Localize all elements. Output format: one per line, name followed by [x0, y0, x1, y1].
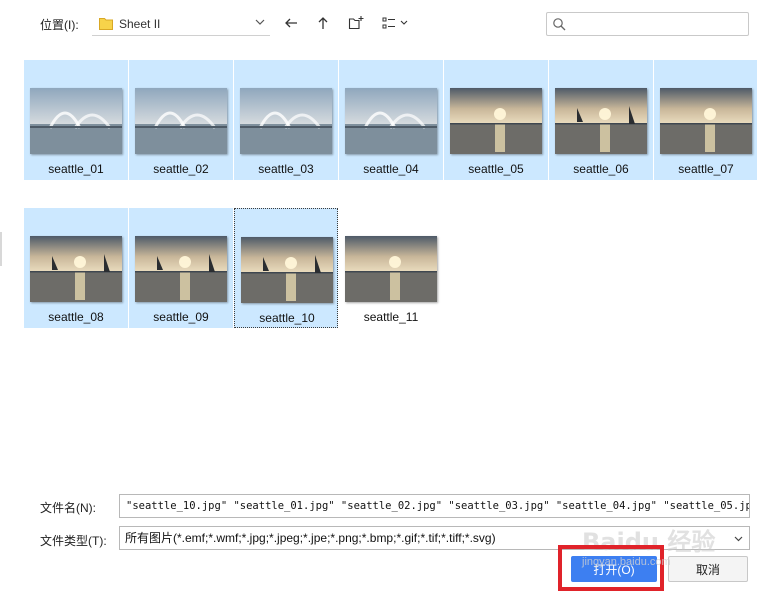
view-menu-button[interactable] — [380, 12, 412, 34]
photo-thumbnail — [30, 236, 122, 302]
file-name-label: seattle_08 — [48, 310, 104, 324]
photo-thumbnail — [450, 88, 542, 154]
file-item[interactable]: seattle_06 — [549, 60, 653, 180]
search-icon — [553, 18, 566, 31]
filetype-value: 所有图片(*.emf;*.wmf;*.jpg;*.jpeg;*.jpe;*.pn… — [125, 531, 496, 545]
photo-thumbnail — [135, 236, 227, 302]
search-input[interactable] — [546, 12, 749, 36]
file-name-label: seattle_06 — [573, 162, 629, 176]
file-name-label: seattle_09 — [153, 310, 209, 324]
file-thumbnail — [345, 88, 437, 154]
file-thumbnail — [660, 88, 752, 154]
new-folder-button[interactable] — [345, 12, 367, 34]
file-thumbnail — [345, 236, 437, 302]
photo-thumbnail — [135, 88, 227, 154]
file-item[interactable]: seattle_03 — [234, 60, 338, 180]
file-thumbnail — [450, 88, 542, 154]
list-view-icon — [382, 17, 408, 29]
file-item[interactable]: seattle_01 — [24, 60, 128, 180]
new-folder-icon — [348, 16, 364, 30]
scroll-indicator — [0, 232, 2, 266]
photo-thumbnail — [241, 237, 333, 303]
up-button[interactable] — [312, 12, 334, 34]
annotation-highlight-box — [558, 545, 664, 591]
location-label: 位置(I): — [40, 18, 79, 32]
file-thumbnail — [135, 236, 227, 302]
chevron-down-icon — [734, 536, 743, 542]
file-thumbnail — [135, 88, 227, 154]
chevron-down-icon — [255, 19, 265, 25]
cancel-button[interactable]: 取消 — [668, 556, 748, 582]
folder-icon — [99, 18, 113, 30]
file-thumbnail — [240, 88, 332, 154]
file-thumbnail — [555, 88, 647, 154]
file-thumbnail — [30, 88, 122, 154]
filename-label: 文件名(N): — [40, 501, 96, 515]
file-item[interactable]: seattle_11 — [339, 208, 443, 328]
photo-thumbnail — [345, 236, 437, 302]
photo-thumbnail — [30, 88, 122, 154]
photo-thumbnail — [660, 88, 752, 154]
filetype-label: 文件类型(T): — [40, 534, 107, 548]
back-button[interactable] — [280, 12, 302, 34]
file-item[interactable]: seattle_07 — [654, 60, 757, 180]
file-item[interactable]: seattle_04 — [339, 60, 443, 180]
arrow-up-icon — [318, 17, 328, 29]
file-name-label: seattle_04 — [363, 162, 419, 176]
file-thumbnail — [30, 236, 122, 302]
photo-thumbnail — [345, 88, 437, 154]
file-item[interactable]: seattle_05 — [444, 60, 548, 180]
filename-input[interactable]: "seattle_10.jpg" "seattle_01.jpg" "seatt… — [119, 494, 750, 518]
file-thumbnail — [241, 237, 333, 303]
file-name-label: seattle_10 — [259, 311, 315, 325]
arrow-left-icon — [285, 18, 297, 28]
file-item[interactable]: seattle_09 — [129, 208, 233, 328]
file-name-label: seattle_05 — [468, 162, 524, 176]
file-name-label: seattle_01 — [48, 162, 104, 176]
file-item[interactable]: seattle_02 — [129, 60, 233, 180]
location-dropdown[interactable]: Sheet II — [92, 12, 270, 36]
file-grid: seattle_01 seattle_02 seattle_03 seattle_04… — [0, 50, 757, 480]
file-item[interactable]: seattle_08 — [24, 208, 128, 328]
photo-thumbnail — [240, 88, 332, 154]
file-name-label: seattle_03 — [258, 162, 314, 176]
file-name-label: seattle_11 — [363, 310, 419, 324]
toolbar: 位置(I): Sheet II — [0, 0, 757, 50]
location-value: Sheet II — [119, 17, 161, 31]
file-name-label: seattle_02 — [153, 162, 209, 176]
file-name-label: seattle_07 — [678, 162, 734, 176]
file-item[interactable]: seattle_10 — [234, 208, 338, 328]
photo-thumbnail — [555, 88, 647, 154]
